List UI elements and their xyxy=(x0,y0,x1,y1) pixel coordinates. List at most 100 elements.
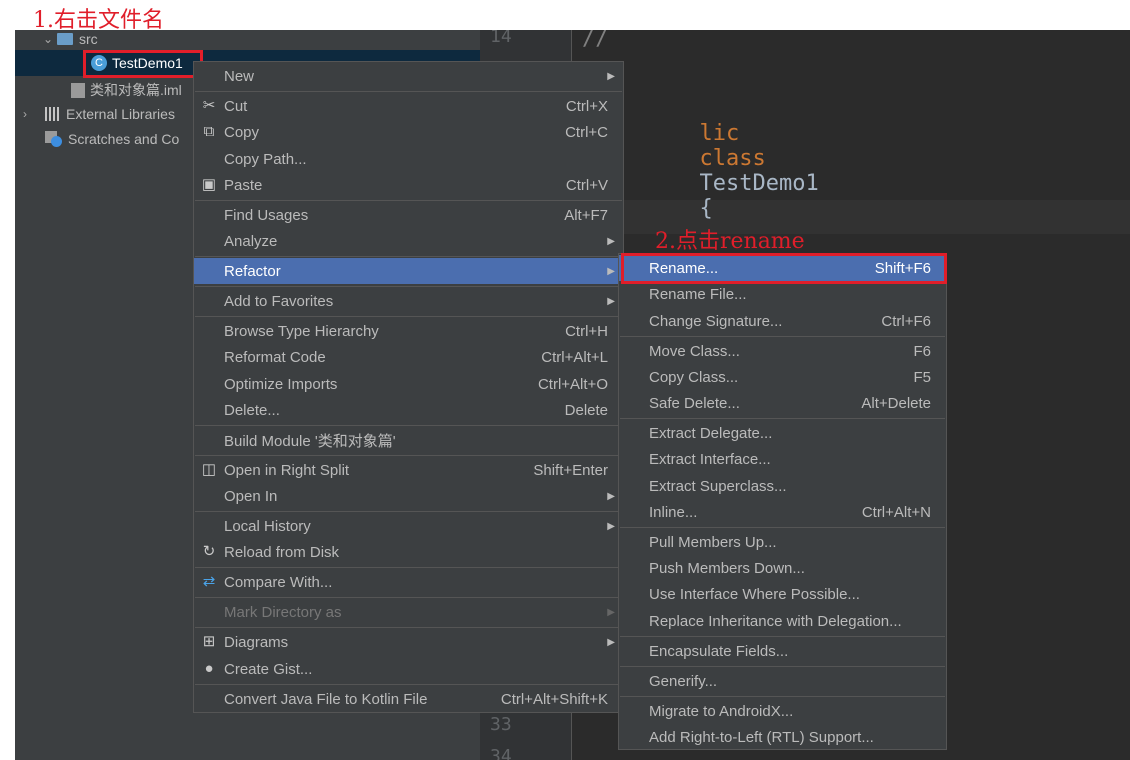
reload-icon: ↻ xyxy=(202,543,216,560)
tree-item-label: External Libraries xyxy=(66,106,175,122)
scissors-icon: ✂ xyxy=(202,97,216,114)
submenu-arrow-icon: ▶ xyxy=(607,70,615,82)
menu-item-refactor[interactable]: Refactor ▶ xyxy=(194,258,623,284)
submenu-item-encapsulate-fields[interactable]: Encapsulate Fields... xyxy=(619,638,946,664)
submenu-item-migrate-androidx[interactable]: Migrate to AndroidX... xyxy=(619,698,946,724)
copy-icon: ⧉ xyxy=(203,123,215,140)
tree-item-scratches[interactable]: Scratches and Co xyxy=(45,129,179,149)
submenu-item-push-members-down[interactable]: Push Members Down... xyxy=(619,555,946,581)
menu-separator xyxy=(195,684,622,685)
menu-separator xyxy=(620,666,945,667)
iml-file-icon xyxy=(71,82,85,98)
menu-item-open-in[interactable]: Open In ▶ xyxy=(194,483,623,509)
submenu-item-move-class[interactable]: Move Class... F6 xyxy=(619,338,946,364)
menu-separator xyxy=(620,636,945,637)
menu-separator xyxy=(195,256,622,257)
split-view-icon: ◫ xyxy=(201,461,217,478)
clipboard-icon: ▣ xyxy=(201,176,217,193)
menu-separator xyxy=(620,336,945,337)
step1-highlight-box xyxy=(83,50,203,78)
submenu-item-inline[interactable]: Inline... Ctrl+Alt+N xyxy=(619,499,946,525)
step2-annotation-text: 2.点击rename xyxy=(655,229,805,254)
submenu-arrow-icon: ▶ xyxy=(607,606,615,618)
menu-separator xyxy=(195,200,622,201)
menu-item-copy-path[interactable]: Copy Path... xyxy=(194,146,623,172)
menu-item-local-history[interactable]: Local History ▶ xyxy=(194,513,623,539)
submenu-item-pull-members-up[interactable]: Pull Members Up... xyxy=(619,529,946,555)
submenu-item-generify[interactable]: Generify... xyxy=(619,668,946,694)
submenu-item-safe-delete[interactable]: Safe Delete... Alt+Delete xyxy=(619,390,946,416)
code-brace: { xyxy=(699,196,713,221)
menu-item-compare-with[interactable]: ⇄ Compare With... xyxy=(194,569,623,595)
menu-separator xyxy=(195,455,622,456)
menu-item-cut[interactable]: ✂ Cut Ctrl+X xyxy=(194,93,623,119)
submenu-item-extract-delegate[interactable]: Extract Delegate... xyxy=(619,420,946,446)
submenu-item-replace-inheritance[interactable]: Replace Inheritance with Delegation... xyxy=(619,608,946,634)
menu-separator xyxy=(620,527,945,528)
menu-separator xyxy=(195,425,622,426)
line-number: 14 xyxy=(490,30,512,47)
menu-item-browse-type-hierarchy[interactable]: Browse Type Hierarchy Ctrl+H xyxy=(194,318,623,344)
chevron-down-icon[interactable]: ⌄ xyxy=(43,32,57,46)
code-keyword: class xyxy=(699,146,766,171)
submenu-item-copy-class[interactable]: Copy Class... F5 xyxy=(619,364,946,390)
submenu-item-extract-interface[interactable]: Extract Interface... xyxy=(619,446,946,472)
menu-item-reload-from-disk[interactable]: ↻ Reload from Disk xyxy=(194,539,623,565)
menu-item-reformat-code[interactable]: Reformat Code Ctrl+Alt+L xyxy=(194,344,623,370)
submenu-item-extract-superclass[interactable]: Extract Superclass... xyxy=(619,473,946,499)
submenu-item-rename-file[interactable]: Rename File... xyxy=(619,281,946,307)
menu-separator xyxy=(195,511,622,512)
submenu-item-change-signature[interactable]: Change Signature... Ctrl+F6 xyxy=(619,308,946,334)
menu-item-copy[interactable]: ⧉ Copy Ctrl+C xyxy=(194,119,623,145)
menu-separator xyxy=(195,627,622,628)
submenu-item-add-rtl-support[interactable]: Add Right-to-Left (RTL) Support... xyxy=(619,724,946,750)
menu-item-paste[interactable]: ▣ Paste Ctrl+V xyxy=(194,172,623,198)
line-number: 34 xyxy=(490,746,512,760)
diagram-icon: ⊞ xyxy=(202,633,216,650)
tree-item-label: Scratches and Co xyxy=(68,131,180,147)
submenu-arrow-icon: ▶ xyxy=(607,295,615,307)
tree-item-src[interactable]: ⌄ src xyxy=(43,30,98,48)
refactor-submenu: Rename... Shift+F6 Rename File... Change… xyxy=(618,253,947,750)
submenu-arrow-icon: ▶ xyxy=(607,520,615,532)
chevron-right-icon[interactable]: › xyxy=(23,107,37,121)
code-class-name: TestDemo1 xyxy=(699,171,819,196)
scratches-icon xyxy=(45,131,63,147)
menu-item-new[interactable]: New ▶ xyxy=(194,63,623,89)
menu-item-create-gist[interactable]: ● Create Gist... xyxy=(194,656,623,682)
menu-item-convert-to-kotlin[interactable]: Convert Java File to Kotlin File Ctrl+Al… xyxy=(194,686,623,712)
menu-separator xyxy=(195,597,622,598)
line-number: 33 xyxy=(490,714,512,735)
menu-separator xyxy=(620,418,945,419)
menu-item-open-in-right-split[interactable]: ◫ Open in Right Split Shift+Enter xyxy=(194,457,623,483)
step2-highlight-box xyxy=(621,253,947,284)
menu-item-diagrams[interactable]: ⊞ Diagrams ▶ xyxy=(194,629,623,655)
compare-icon: ⇄ xyxy=(202,573,216,590)
menu-item-optimize-imports[interactable]: Optimize Imports Ctrl+Alt+O xyxy=(194,371,623,397)
code-comment: // xyxy=(582,30,609,51)
submenu-arrow-icon: ▶ xyxy=(607,265,615,277)
folder-icon xyxy=(57,33,73,45)
github-icon: ● xyxy=(204,660,214,677)
menu-item-find-usages[interactable]: Find Usages Alt+F7 xyxy=(194,202,623,228)
menu-separator xyxy=(195,91,622,92)
menu-item-analyze[interactable]: Analyze ▶ xyxy=(194,228,623,254)
submenu-item-use-interface[interactable]: Use Interface Where Possible... xyxy=(619,581,946,607)
menu-item-mark-directory-as: Mark Directory as ▶ xyxy=(224,603,615,621)
tree-item-external-libraries[interactable]: › External Libraries xyxy=(23,104,175,124)
menu-separator xyxy=(195,286,622,287)
code-keyword: lic xyxy=(699,121,740,146)
menu-item-build-module[interactable]: Build Module '类和对象篇' xyxy=(194,427,623,453)
menu-item-delete[interactable]: Delete... Delete xyxy=(194,397,623,423)
submenu-arrow-icon: ▶ xyxy=(607,235,615,247)
context-menu: New ▶ ✂ Cut Ctrl+X ⧉ Copy Ctrl+C Copy Pa… xyxy=(193,61,624,713)
menu-separator xyxy=(195,316,622,317)
tree-item-label: src xyxy=(79,31,98,47)
library-icon xyxy=(45,107,61,121)
tree-item-iml-file[interactable]: 类和对象篇.iml xyxy=(71,80,182,100)
submenu-arrow-icon: ▶ xyxy=(607,636,615,648)
tree-item-label: 类和对象篇.iml xyxy=(90,82,182,98)
menu-item-add-to-favorites[interactable]: Add to Favorites ▶ xyxy=(194,288,623,314)
submenu-arrow-icon: ▶ xyxy=(607,490,615,502)
menu-separator xyxy=(620,696,945,697)
